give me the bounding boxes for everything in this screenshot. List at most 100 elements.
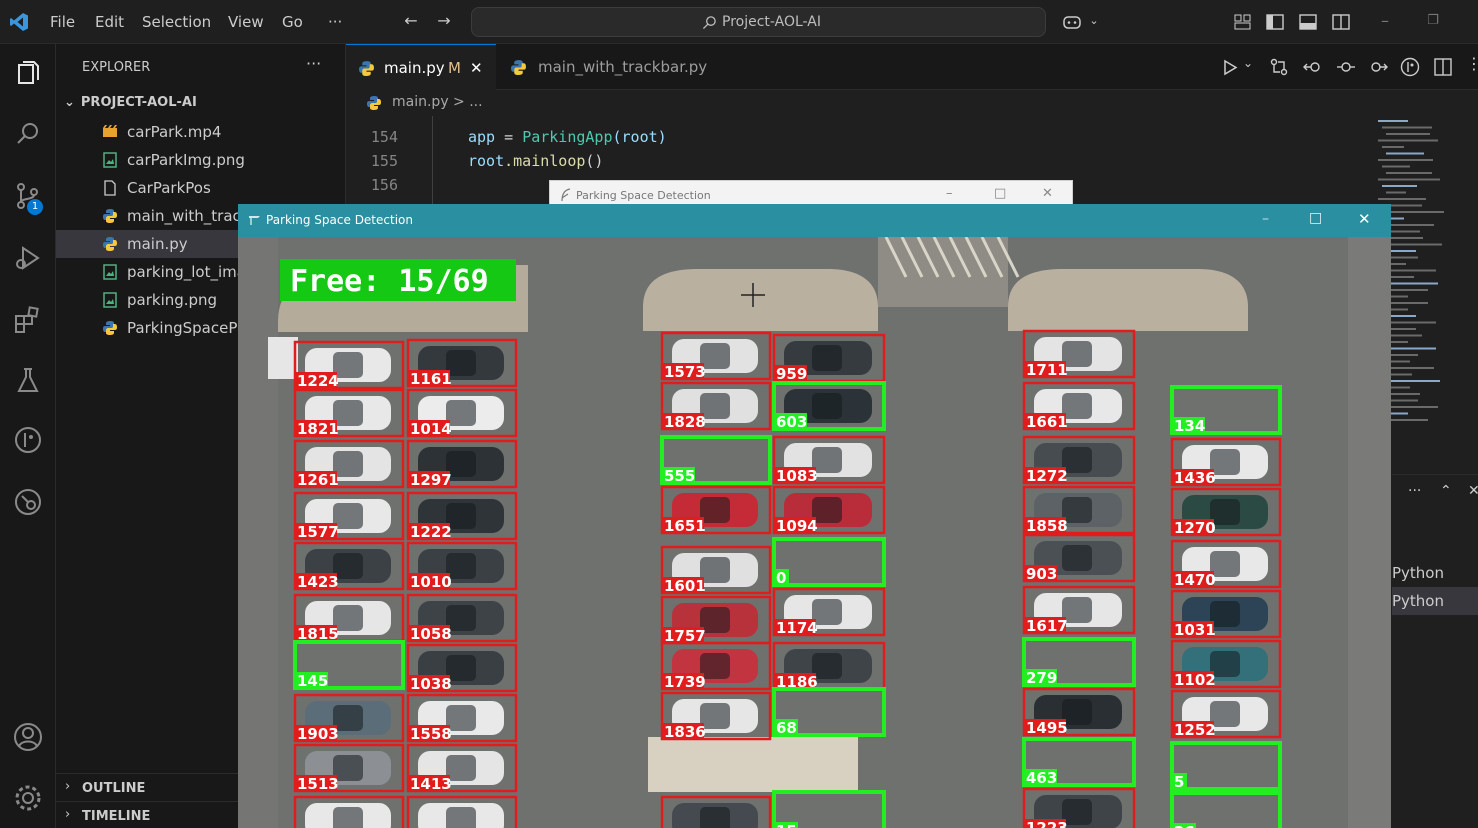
- python-file-icon: [102, 320, 118, 336]
- customize-layout-icon[interactable]: [1234, 14, 1251, 30]
- forward-arrow-icon[interactable]: →: [435, 12, 453, 30]
- testing-flask-icon[interactable]: [10, 362, 46, 398]
- restore-icon[interactable]: ❐: [1424, 12, 1442, 30]
- panel-more-icon[interactable]: ···: [1408, 483, 1421, 499]
- explorer-files-icon[interactable]: [10, 56, 46, 92]
- code-line-155[interactable]: root.mainloop(): [468, 152, 603, 170]
- slot-label: 1223: [1026, 819, 1068, 828]
- minimize-icon[interactable]: –: [1262, 211, 1269, 227]
- terminal-item-python[interactable]: Python: [1392, 587, 1478, 615]
- git-commit-icon[interactable]: [1336, 58, 1356, 76]
- slot-label: 1739: [664, 673, 706, 691]
- timeline-back-icon[interactable]: [1303, 58, 1323, 76]
- settings-gear-icon[interactable]: [10, 780, 46, 816]
- chevron-up-icon[interactable]: ⌃: [1440, 483, 1452, 499]
- gitlens-icon[interactable]: [1400, 57, 1420, 77]
- image-file-icon: [102, 264, 118, 280]
- tab-main-with-trackbar[interactable]: main_with_trackbar.py: [496, 44, 731, 90]
- menu-file[interactable]: File: [50, 13, 75, 31]
- slot-label: 1470: [1174, 571, 1216, 589]
- slot-label: 1413: [410, 775, 452, 793]
- car-windshield: [333, 807, 363, 828]
- terminal-item-python[interactable]: Python: [1392, 559, 1478, 587]
- menu-selection[interactable]: Selection: [142, 13, 211, 31]
- slot-label: 1495: [1026, 719, 1068, 737]
- close-icon[interactable]: ✕: [1468, 483, 1478, 499]
- breadcrumb-text[interactable]: main.py > ...: [392, 94, 483, 110]
- file-item[interactable]: carParkImg.png: [56, 146, 346, 174]
- accounts-icon[interactable]: [10, 719, 46, 755]
- close-icon[interactable]: ✕: [1042, 186, 1053, 201]
- back-arrow-icon[interactable]: ←: [402, 12, 420, 30]
- window-titlebar[interactable]: Parking Space Detection – □ ✕: [238, 204, 1391, 237]
- slot-label: 1014: [410, 420, 452, 438]
- minimap-line: [1386, 230, 1420, 233]
- file-item[interactable]: CarParkPos: [56, 174, 346, 202]
- menu-view[interactable]: View: [228, 13, 264, 31]
- menu-more[interactable]: ···: [328, 13, 342, 31]
- minimap-line: [1378, 120, 1408, 122]
- maximize-icon[interactable]: □: [1309, 210, 1322, 226]
- code-line-154[interactable]: app = ParkingApp(root): [468, 128, 667, 146]
- slot-label: 1436: [1174, 469, 1216, 487]
- indent-guide: [432, 116, 433, 206]
- more-actions-icon[interactable]: ⋮: [1466, 54, 1478, 73]
- timeline-label: TIMELINE: [82, 809, 151, 824]
- slot-label: 903: [1026, 565, 1057, 583]
- slot-label: 1828: [664, 413, 706, 431]
- python-file-icon: [359, 61, 374, 76]
- project-root-folder[interactable]: ⌄ PROJECT-AOL-AI: [64, 95, 197, 110]
- tab-main-py[interactable]: main.py M ✕: [346, 44, 496, 90]
- file-name: carPark.mp4: [127, 123, 222, 141]
- toggle-panel-icon[interactable]: [1299, 14, 1317, 30]
- line-number: 154: [370, 128, 398, 146]
- slot-label: 1836: [664, 723, 706, 741]
- git-graph-icon[interactable]: [10, 422, 46, 458]
- chevron-down-icon[interactable]: ⌄: [1085, 12, 1103, 30]
- tab-main-with-trackbar-label: main_with_trackbar.py: [538, 58, 708, 76]
- minimize-icon[interactable]: –: [1376, 12, 1394, 30]
- close-icon[interactable]: ✕: [1358, 210, 1371, 228]
- slot-label: 1270: [1174, 519, 1216, 537]
- maximize-icon[interactable]: □: [994, 186, 1006, 201]
- parking-video-frame[interactable]: 1224 1821 1261 1577 1423 1815 145 1903 1513 1161 1…: [238, 237, 1391, 828]
- menu-edit[interactable]: Edit: [95, 13, 124, 31]
- slot-label: 0: [776, 569, 786, 587]
- timeline-forward-icon[interactable]: [1368, 58, 1388, 76]
- toggle-sidebar-icon[interactable]: [1266, 14, 1284, 30]
- vscode-logo-icon[interactable]: [9, 12, 29, 32]
- code-token: root: [468, 152, 505, 170]
- code-token: ParkingApp: [522, 128, 613, 146]
- curb-island: [643, 269, 878, 331]
- terminal-label: Python: [1392, 592, 1444, 610]
- parking-detection-window[interactable]: Parking Space Detection – □ ✕ 1224 1821 12…: [238, 204, 1391, 828]
- slot-label: 959: [776, 365, 807, 383]
- extensions-icon[interactable]: [10, 302, 46, 338]
- menu-go[interactable]: Go: [282, 13, 303, 31]
- search-icon: [702, 16, 716, 30]
- run-debug-icon[interactable]: [10, 240, 46, 276]
- chevron-down-icon[interactable]: ⌄: [1243, 56, 1253, 70]
- remote-explorer-icon[interactable]: [10, 484, 46, 520]
- search-icon[interactable]: [10, 116, 46, 152]
- run-python-icon[interactable]: [1222, 59, 1238, 76]
- toggle-secondary-sidebar-icon[interactable]: [1332, 14, 1350, 30]
- minimize-icon[interactable]: –: [946, 186, 953, 201]
- split-editor-icon[interactable]: [1434, 58, 1452, 76]
- explorer-more-button[interactable]: ···: [306, 54, 321, 73]
- feather-icon: [561, 188, 571, 202]
- slot-label: 15: [776, 822, 797, 828]
- python-file-icon: [102, 236, 118, 252]
- file-name: ParkingSpacePi: [127, 319, 242, 337]
- file-item[interactable]: carPark.mp4: [56, 118, 346, 146]
- command-center-search[interactable]: Project-AOL-AI: [471, 7, 1046, 37]
- minimap[interactable]: [1376, 116, 1476, 476]
- slot-label: 145: [297, 672, 328, 690]
- minimap-line: [1386, 367, 1434, 369]
- source-control-icon[interactable]: 1: [10, 178, 46, 215]
- close-icon[interactable]: ✕: [470, 59, 483, 77]
- feather-icon: [249, 216, 260, 225]
- slot-label: 1661: [1026, 413, 1068, 431]
- compare-changes-icon[interactable]: [1270, 58, 1288, 76]
- copilot-icon[interactable]: [1062, 13, 1082, 31]
